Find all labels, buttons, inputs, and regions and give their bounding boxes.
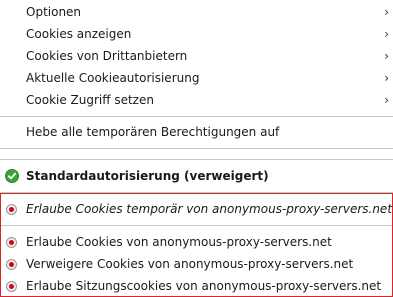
check-circle-icon — [5, 169, 19, 183]
menu-item-label: Cookie Zugriff setzen — [26, 93, 154, 107]
menu-item-optionen[interactable]: Optionen › — [0, 1, 393, 23]
menu-item-label: Erlaube Cookies von anonymous-proxy-serv… — [26, 235, 332, 249]
menu-item-label: Verweigere Cookies von anonymous-proxy-s… — [26, 257, 354, 271]
menu-item-revoke-temporary[interactable]: Hebe alle temporären Berechtigungen auf — [0, 121, 393, 143]
menu-item-label: Hebe alle temporären Berechtigungen auf — [26, 125, 280, 139]
menu-separator — [0, 116, 393, 117]
menu-item-allow-temporary[interactable]: Erlaube Cookies temporär von anonymous-p… — [0, 198, 393, 220]
menu-separator — [0, 159, 393, 160]
menu-item-label: Erlaube Sitzungscookies von anonymous-pr… — [26, 279, 382, 293]
menu-item-label: Optionen — [26, 5, 82, 19]
menu-item-label: Erlaube Cookies temporär von anonymous-p… — [26, 202, 393, 216]
menu-item-default-authorization[interactable]: Standardautorisierung (verweigert) — [0, 165, 393, 187]
menu-item-label: Standardautorisierung (verweigert) — [26, 169, 269, 183]
chevron-right-icon: › — [384, 5, 389, 19]
radio-red-dot-icon — [6, 280, 17, 292]
chevron-right-icon: › — [384, 93, 389, 107]
cookie-context-menu: Optionen › Cookies anzeigen › Cookies vo… — [0, 0, 393, 297]
menu-item-cookies-drittanbieter[interactable]: Cookies von Drittanbietern › — [0, 45, 393, 67]
menu-item-label: Aktuelle Cookieautorisierung — [26, 71, 200, 85]
menu-item-cookies-anzeigen[interactable]: Cookies anzeigen › — [0, 23, 393, 45]
menu-item-label: Cookies von Drittanbietern — [26, 49, 188, 63]
menu-item-aktuelle-autorisierung[interactable]: Aktuelle Cookieautorisierung › — [0, 67, 393, 89]
chevron-right-icon: › — [384, 49, 389, 63]
menu-separator — [1, 225, 392, 226]
radio-red-dot-icon — [6, 258, 17, 270]
menu-item-allow-session[interactable]: Erlaube Sitzungscookies von anonymous-pr… — [0, 275, 393, 297]
chevron-right-icon: › — [384, 27, 389, 41]
menu-item-allow[interactable]: Erlaube Cookies von anonymous-proxy-serv… — [0, 231, 393, 253]
radio-red-dot-icon — [6, 236, 17, 248]
menu-item-deny[interactable]: Verweigere Cookies von anonymous-proxy-s… — [0, 253, 393, 275]
menu-separator — [0, 148, 393, 149]
chevron-right-icon: › — [384, 71, 389, 85]
menu-item-label: Cookies anzeigen — [26, 27, 132, 41]
radio-red-dot-icon — [6, 203, 17, 215]
menu-item-zugriff-setzen[interactable]: Cookie Zugriff setzen › — [0, 89, 393, 111]
